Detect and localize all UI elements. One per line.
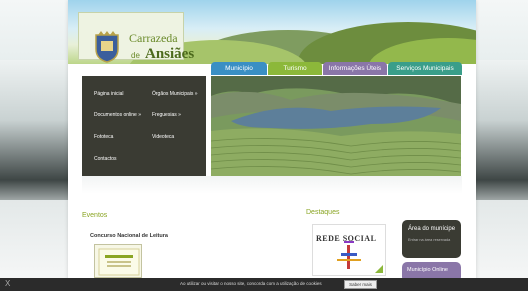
cookie-close-icon[interactable]: X xyxy=(5,279,10,288)
cookie-learn-more-button[interactable]: Saber mais xyxy=(344,280,377,289)
menu-item-fototeca[interactable]: Fototeca xyxy=(94,134,113,140)
destaques-heading: Destaques xyxy=(306,209,340,216)
nav-tab-municipio[interactable]: Município xyxy=(211,62,267,75)
municipio-online-label: Município Online xyxy=(407,267,448,273)
menu-item-freguesias[interactable]: Freguesias » xyxy=(152,112,181,118)
nav-tab-servicos-municipais[interactable]: Serviços Municipais xyxy=(388,62,462,75)
area-municipe-button[interactable]: Área do munícipe Entrar na área reservad… xyxy=(402,220,461,258)
page-container: Carrazeda de Ansiães Município Turismo I… xyxy=(68,0,476,291)
cookie-message: Ao utilizar ou visitar o nosso site, con… xyxy=(180,281,322,286)
rede-social-emblem-icon xyxy=(337,241,383,273)
rede-social-banner[interactable]: REDE SOCIAL xyxy=(312,224,386,276)
logo-text-carrazeda: Carrazeda xyxy=(129,31,178,45)
content-divider xyxy=(82,176,462,194)
menu-item-pagina-inicial[interactable]: Página inicial xyxy=(94,91,123,97)
menu-item-contactos[interactable]: Contactos xyxy=(94,156,117,162)
municipal-crest-icon xyxy=(95,31,119,63)
site-logo[interactable]: Carrazeda de Ansiães xyxy=(78,12,194,63)
menu-item-videoteca[interactable]: Videoteca xyxy=(152,134,174,140)
event-title-link[interactable]: Concurso Nacional de Leitura xyxy=(90,233,168,239)
menu-item-documentos-online[interactable]: Documentos online » xyxy=(94,112,141,118)
area-municipe-subtitle: Entrar na área reservada xyxy=(408,238,451,242)
hero-landscape-image xyxy=(211,76,461,176)
logo-text-ansiaes: Ansiães xyxy=(145,46,195,62)
logo-text-de: de xyxy=(131,51,140,60)
main-menu: Página inicial Órgãos Municipais » Docum… xyxy=(82,76,206,176)
header-banner: Carrazeda de Ansiães xyxy=(68,0,476,64)
eventos-heading: Eventos xyxy=(82,212,108,219)
nav-tab-informacoes-uteis[interactable]: Informações Úteis xyxy=(323,62,387,75)
cookie-banner: X Ao utilizar ou visitar o nosso site, c… xyxy=(0,278,528,291)
menu-item-orgaos-municipais[interactable]: Órgãos Municipais » xyxy=(152,91,198,97)
event-poster-image[interactable] xyxy=(94,244,142,278)
nav-tab-turismo[interactable]: Turismo xyxy=(268,62,322,75)
area-municipe-title: Área do munícipe xyxy=(408,226,456,232)
